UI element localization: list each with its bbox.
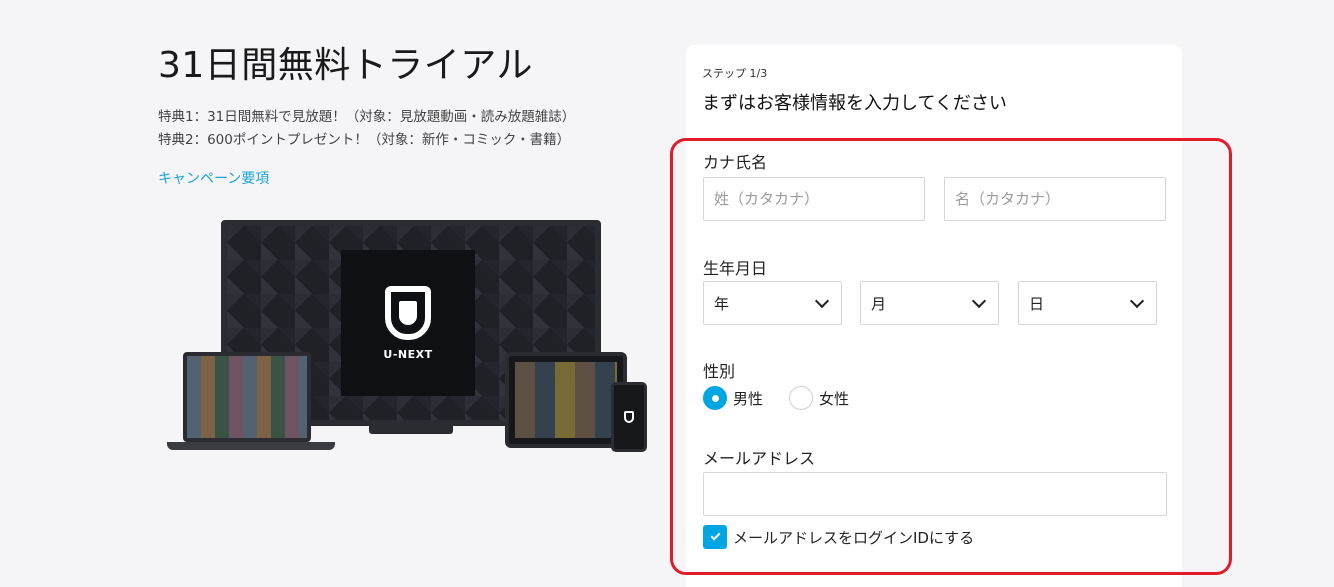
- email-input[interactable]: [703, 472, 1167, 516]
- use-email-as-login-option[interactable]: メールアドレスをログインIDにする: [703, 525, 974, 549]
- birth-day-value: 日: [1029, 294, 1045, 313]
- chevron-down-icon: [971, 293, 987, 308]
- gender-male-radio[interactable]: [703, 386, 727, 410]
- birth-month-select[interactable]: 月: [860, 281, 999, 325]
- perk-2: 特典2：600ポイントプレゼント！（対象：新作・コミック・書籍）: [158, 132, 571, 148]
- birthdate-label: 生年月日: [703, 259, 768, 278]
- gender-radio-group: 男性 女性: [703, 386, 875, 410]
- u-next-logo-icon: [624, 411, 634, 423]
- devices-illustration: U-NEXT: [165, 220, 655, 460]
- logo-panel: U-NEXT: [341, 250, 475, 396]
- kana-name-label: カナ氏名: [703, 153, 768, 172]
- page-title: 31日間無料トライアル: [158, 45, 533, 86]
- step-indicator: ステップ 1/3: [702, 67, 768, 80]
- logo-text: U-NEXT: [383, 347, 433, 361]
- campaign-terms-link[interactable]: キャンペーン要項: [158, 168, 269, 188]
- laptop-device: [183, 352, 311, 442]
- birth-day-select[interactable]: 日: [1018, 281, 1157, 325]
- chevron-down-icon: [1129, 293, 1145, 308]
- email-label: メールアドレス: [703, 449, 816, 468]
- gender-female-radio[interactable]: [789, 386, 814, 410]
- u-next-logo-icon: [385, 285, 431, 340]
- phone-device: [611, 382, 647, 452]
- divider: [686, 140, 1182, 141]
- gender-male-label[interactable]: 男性: [733, 388, 763, 409]
- registration-card: ステップ 1/3 まずはお客様情報を入力してください カナ氏名 生年月日 年 月…: [686, 45, 1182, 587]
- perks-list: 特典1：31日間無料で見放題！（対象：見放題動画・読み放題雑誌） 特典2：600…: [158, 106, 658, 152]
- laptop-base: [167, 442, 335, 450]
- birth-year-select[interactable]: 年: [703, 281, 842, 325]
- tv-stand: [369, 426, 453, 434]
- form-heading: まずはお客様情報を入力してください: [702, 93, 1007, 114]
- perk-1: 特典1：31日間無料で見放題！（対象：見放題動画・読み放題雑誌）: [158, 109, 576, 125]
- kana-last-name-input[interactable]: [703, 177, 925, 221]
- promo-section: 31日間無料トライアル 特典1：31日間無料で見放題！（対象：見放題動画・読み放…: [158, 40, 658, 188]
- gender-label: 性別: [703, 362, 736, 381]
- birth-month-value: 月: [871, 294, 887, 313]
- gender-female-label[interactable]: 女性: [819, 388, 849, 409]
- birth-year-value: 年: [714, 294, 730, 313]
- use-email-as-login-checkbox[interactable]: [703, 525, 727, 549]
- use-email-as-login-label[interactable]: メールアドレスをログインIDにする: [733, 527, 974, 548]
- kana-first-name-input[interactable]: [944, 177, 1166, 221]
- check-icon: [710, 530, 720, 541]
- tablet-device: [505, 352, 627, 448]
- chevron-down-icon: [814, 293, 830, 308]
